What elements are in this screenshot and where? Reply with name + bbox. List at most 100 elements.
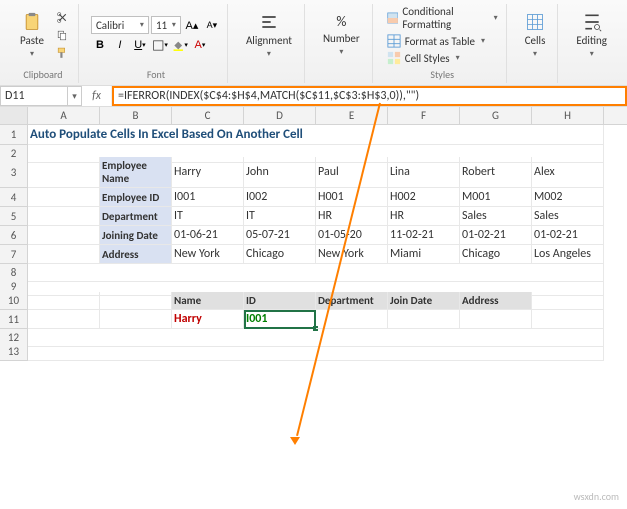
- cell[interactable]: Chicago: [460, 245, 532, 264]
- cell[interactable]: 01-02-21: [460, 226, 532, 245]
- cell[interactable]: [28, 245, 100, 264]
- cut-button[interactable]: [54, 8, 72, 26]
- cell[interactable]: Lina: [388, 157, 460, 188]
- table-header[interactable]: Department: [100, 207, 172, 226]
- row-header[interactable]: 13: [0, 343, 28, 361]
- cell[interactable]: Paul: [316, 157, 388, 188]
- fx-button[interactable]: fx: [82, 86, 112, 106]
- cell-styles-button[interactable]: Cell Styles▾: [385, 50, 500, 66]
- col-header[interactable]: F: [388, 107, 460, 124]
- cell[interactable]: HR: [388, 207, 460, 226]
- cell[interactable]: I002: [244, 188, 316, 207]
- copy-button[interactable]: [54, 26, 72, 44]
- cell[interactable]: IT: [244, 207, 316, 226]
- cell[interactable]: M002: [532, 188, 604, 207]
- cell[interactable]: H002: [388, 188, 460, 207]
- cell[interactable]: [100, 292, 172, 310]
- cell[interactable]: [28, 292, 100, 310]
- cell[interactable]: [28, 157, 100, 188]
- number-button[interactable]: % Number ▾: [317, 9, 366, 61]
- col-header[interactable]: C: [172, 107, 244, 124]
- col-header[interactable]: D: [244, 107, 316, 124]
- decrease-font-button[interactable]: A▾: [203, 16, 221, 34]
- cell[interactable]: IT: [172, 207, 244, 226]
- cell[interactable]: Sales: [460, 207, 532, 226]
- increase-font-button[interactable]: A▴: [183, 16, 201, 34]
- cell[interactable]: 11-02-21: [388, 226, 460, 245]
- conditional-formatting-button[interactable]: Conditional Formatting▾: [385, 4, 500, 32]
- cell[interactable]: 01-05-20: [316, 226, 388, 245]
- row-header[interactable]: 10: [0, 292, 28, 310]
- cell[interactable]: 01-06-21: [172, 226, 244, 245]
- table-header[interactable]: Employee ID: [100, 188, 172, 207]
- editing-label: Editing: [576, 34, 607, 47]
- cell[interactable]: Robert: [460, 157, 532, 188]
- bucket-icon: [172, 39, 184, 52]
- cell[interactable]: M001: [460, 188, 532, 207]
- paste-button[interactable]: Paste ▾: [14, 8, 50, 63]
- annotation-arrowhead: [290, 437, 300, 445]
- table-header[interactable]: Joining Date: [100, 226, 172, 245]
- format-as-table-button[interactable]: Format as Table▾: [385, 33, 500, 49]
- select-all[interactable]: [0, 107, 28, 124]
- row-header[interactable]: 6: [0, 226, 28, 245]
- title-cell[interactable]: Auto Populate Cells In Excel Based On An…: [28, 125, 604, 145]
- row-header[interactable]: 7: [0, 245, 28, 264]
- name-box[interactable]: D11: [0, 86, 68, 106]
- font-size-combo[interactable]: 11▾: [151, 16, 181, 34]
- cell[interactable]: [532, 292, 604, 310]
- cell[interactable]: New York: [316, 245, 388, 264]
- cell[interactable]: [28, 188, 100, 207]
- table-header[interactable]: Employee Name: [100, 157, 172, 188]
- format-painter-button[interactable]: [54, 44, 72, 62]
- fill-color-button[interactable]: ▾: [171, 36, 189, 54]
- cell[interactable]: 01-02-21: [532, 226, 604, 245]
- border-button[interactable]: ▾: [151, 36, 169, 54]
- cell[interactable]: Los Angeles: [532, 245, 604, 264]
- cell[interactable]: [100, 310, 172, 329]
- cell[interactable]: 05-07-21: [244, 226, 316, 245]
- lookup-header[interactable]: ID: [244, 292, 316, 310]
- cell[interactable]: Harry: [172, 157, 244, 188]
- font-color-button[interactable]: A▾: [191, 36, 209, 54]
- formula-input[interactable]: =IFERROR(INDEX($C$4:$H$4,MATCH($C$11,$C$…: [112, 86, 627, 106]
- cell[interactable]: [532, 310, 604, 329]
- cell[interactable]: [28, 310, 100, 329]
- lookup-name-cell[interactable]: Harry: [172, 310, 244, 329]
- cell[interactable]: Alex: [532, 157, 604, 188]
- cell[interactable]: Chicago: [244, 245, 316, 264]
- row-header[interactable]: 4: [0, 188, 28, 207]
- alignment-button[interactable]: Alignment ▾: [240, 8, 298, 63]
- col-header[interactable]: H: [532, 107, 604, 124]
- underline-button[interactable]: U▾: [131, 36, 149, 54]
- cell[interactable]: Sales: [532, 207, 604, 226]
- lookup-address-cell[interactable]: [460, 310, 532, 329]
- bold-button[interactable]: B: [91, 36, 109, 54]
- row-header[interactable]: 1: [0, 125, 28, 145]
- lookup-header[interactable]: Name: [172, 292, 244, 310]
- col-header[interactable]: G: [460, 107, 532, 124]
- lookup-header[interactable]: Address: [460, 292, 532, 310]
- row-header[interactable]: 3: [0, 157, 28, 188]
- col-header[interactable]: A: [28, 107, 100, 124]
- row-header[interactable]: 11: [0, 310, 28, 329]
- cell[interactable]: Miami: [388, 245, 460, 264]
- italic-button[interactable]: I: [111, 36, 129, 54]
- cell[interactable]: [28, 207, 100, 226]
- group-cells: Cells ▾: [513, 4, 559, 83]
- cell[interactable]: New York: [172, 245, 244, 264]
- table-header[interactable]: Address: [100, 245, 172, 264]
- lookup-header[interactable]: Join Date: [388, 292, 460, 310]
- cell[interactable]: [28, 226, 100, 245]
- col-header[interactable]: B: [100, 107, 172, 124]
- font-name-combo[interactable]: Calibri▾: [91, 16, 149, 34]
- cell[interactable]: H001: [316, 188, 388, 207]
- row-header[interactable]: 5: [0, 207, 28, 226]
- name-box-dropdown[interactable]: ▾: [68, 86, 82, 106]
- cell[interactable]: John: [244, 157, 316, 188]
- editing-button[interactable]: Editing ▾: [570, 8, 613, 63]
- lookup-joindate-cell[interactable]: [388, 310, 460, 329]
- cells-button[interactable]: Cells ▾: [519, 8, 552, 63]
- cell[interactable]: I001: [172, 188, 244, 207]
- lookup-id-cell[interactable]: I001: [244, 310, 316, 329]
